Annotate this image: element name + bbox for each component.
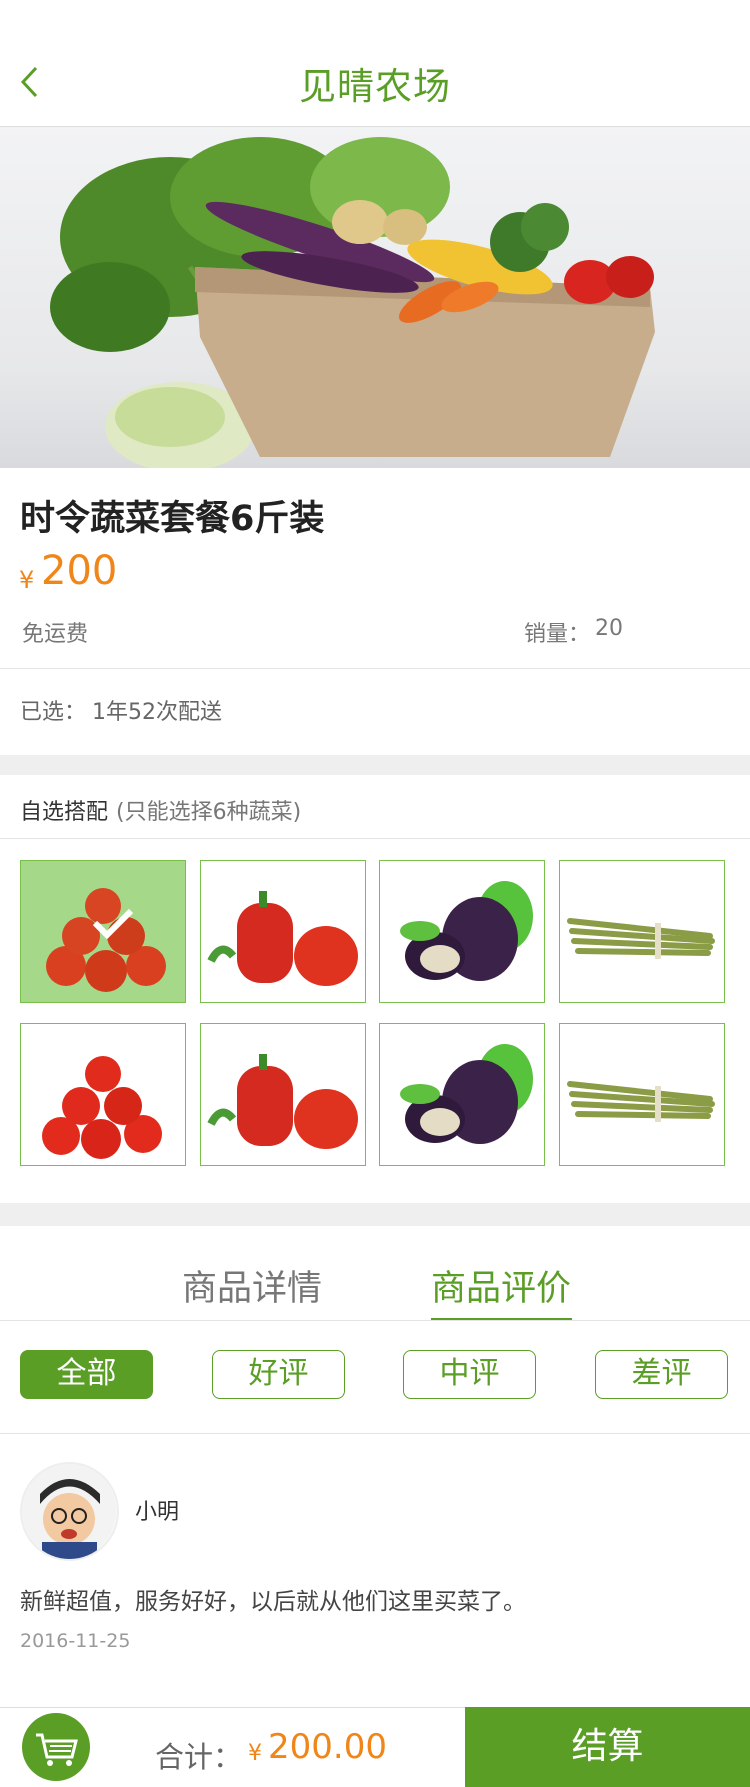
veg-option-pepper[interactable] xyxy=(200,1023,366,1166)
divider xyxy=(0,668,750,669)
divider xyxy=(0,1320,750,1321)
filter-good-button[interactable]: 好评 xyxy=(212,1350,345,1399)
pepper-icon xyxy=(207,891,358,986)
top-bar: 见晴农场 xyxy=(0,0,750,127)
cart-icon xyxy=(36,1733,78,1766)
selected-option[interactable]: 1年52次配送 xyxy=(92,694,222,726)
cart-button[interactable] xyxy=(22,1713,90,1781)
asparagus-icon xyxy=(567,918,715,959)
veg-option-tomato[interactable] xyxy=(20,860,186,1003)
filter-all-button[interactable]: 全部 xyxy=(20,1350,153,1399)
checkmark-icon xyxy=(92,908,134,940)
sales-value: 20 xyxy=(595,616,623,641)
veg-option-eggplant[interactable] xyxy=(379,1023,545,1166)
avatar xyxy=(20,1462,119,1561)
divider xyxy=(0,838,750,839)
tab-details[interactable]: 商品详情 xyxy=(182,1260,322,1311)
pepper-icon xyxy=(207,1054,358,1149)
tomato-icon xyxy=(42,1056,162,1159)
divider xyxy=(0,1433,750,1434)
reviews-panel xyxy=(0,1226,750,1744)
veg-option-asparagus[interactable] xyxy=(559,860,725,1003)
sales-label: 销量： xyxy=(524,622,591,647)
tab-reviews[interactable]: 商品评价 xyxy=(431,1260,571,1311)
product-hero-image xyxy=(0,127,750,468)
eggplant-icon xyxy=(400,881,533,981)
review-text: 新鲜超值，服务好好，以后就从他们这里买菜了。 xyxy=(20,1589,526,1615)
total-amount: 200.00 xyxy=(268,1727,387,1767)
total-label: 合计： xyxy=(155,1740,243,1774)
mix-title: 自选搭配 xyxy=(20,800,109,825)
page-title: 见晴农场 xyxy=(299,65,451,108)
review-date: 2016-11-25 xyxy=(20,1630,131,1652)
shipping-info: 免运费 xyxy=(22,622,89,647)
veg-option-pepper[interactable] xyxy=(200,860,366,1003)
asparagus-icon xyxy=(567,1081,715,1122)
mix-note: (只能选择6种蔬菜) xyxy=(116,800,302,825)
review-username: 小明 xyxy=(135,1500,180,1525)
filter-bad-button[interactable]: 差评 xyxy=(595,1350,728,1399)
filter-mid-button[interactable]: 中评 xyxy=(403,1350,536,1399)
veg-option-tomato[interactable] xyxy=(20,1023,186,1166)
product-price: 200 xyxy=(41,548,118,594)
veg-option-asparagus[interactable] xyxy=(559,1023,725,1166)
checkout-button[interactable]: 结算 xyxy=(465,1707,750,1787)
eggplant-icon xyxy=(400,1044,533,1144)
total-currency: ¥ xyxy=(248,1741,262,1766)
product-name: 时令蔬菜套餐6斤装 xyxy=(20,499,325,539)
selected-label: 已选： xyxy=(20,700,87,725)
price-currency: ¥ xyxy=(19,566,35,594)
veg-option-eggplant[interactable] xyxy=(379,860,545,1003)
user-avatar-icon xyxy=(22,1464,116,1559)
